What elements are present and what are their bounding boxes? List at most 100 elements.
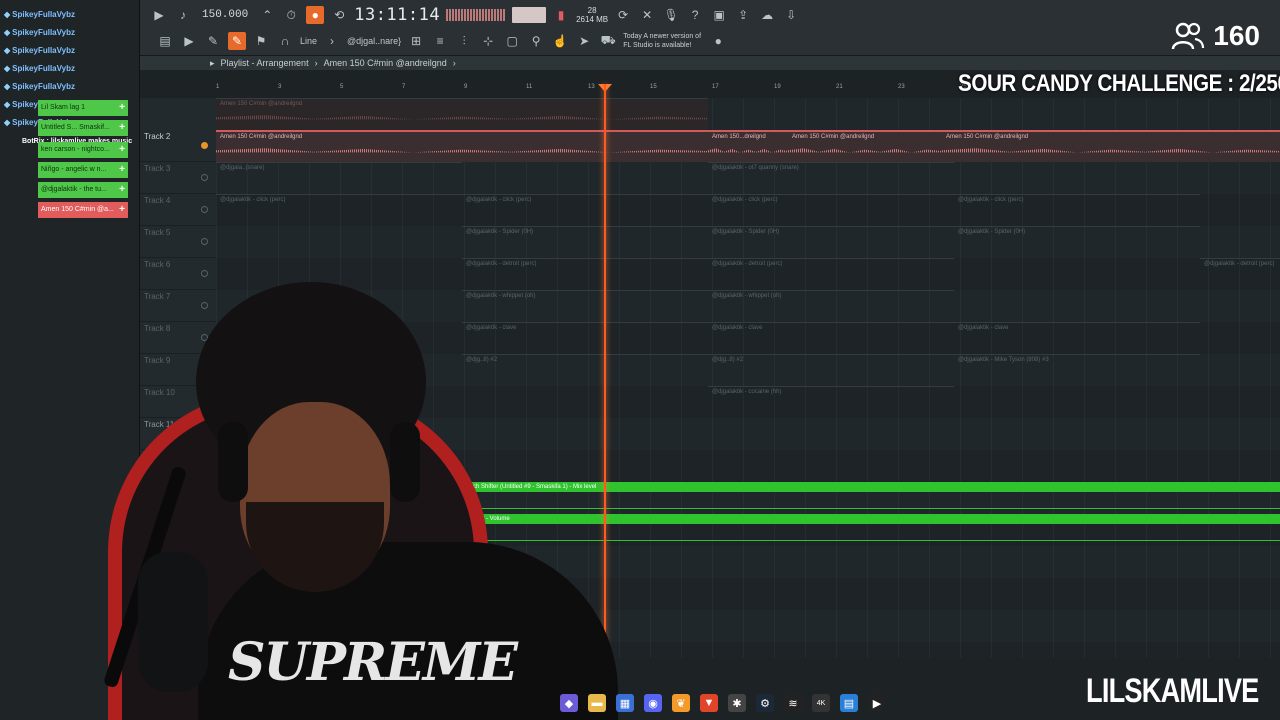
magnet-icon[interactable]: ∩: [276, 32, 294, 50]
plugin-icon[interactable]: ⊹: [479, 32, 497, 50]
play-icon[interactable]: ▶: [150, 6, 168, 24]
viewer-count-number: 160: [1213, 20, 1260, 51]
track-status-icon[interactable]: [201, 206, 208, 213]
countdown-icon[interactable]: ⏱: [282, 6, 300, 24]
track-header[interactable]: Track 4: [140, 194, 216, 226]
playlist-title: Playlist - Arrangement: [220, 58, 309, 68]
pattern-item[interactable]: @djgalaktik - the tu... +: [38, 182, 128, 198]
tap-icon[interactable]: ⌃: [258, 6, 276, 24]
news-arrow-icon[interactable]: ●: [709, 32, 727, 50]
browser-icon[interactable]: ▢: [503, 32, 521, 50]
streamer-body: [198, 542, 618, 720]
notes-icon[interactable]: ▤: [840, 694, 858, 712]
fl-studio-icon[interactable]: ❦: [672, 694, 690, 712]
pattern-clip[interactable]: @djgalaktik - clave: [954, 322, 1200, 354]
pattern-clip[interactable]: @djgalaktik - click (perc): [462, 194, 708, 226]
pattern-item[interactable]: Niñgo - angelic w n... +: [38, 162, 128, 178]
pattern-item[interactable]: Untitled S... Smaskif... +: [38, 120, 128, 136]
pattern-clip[interactable]: @djgalaktik - detroit (perc): [708, 258, 954, 290]
record-icon[interactable]: ●: [306, 6, 325, 24]
step-icon[interactable]: ▶: [180, 32, 198, 50]
webcam-feed: SUPREME: [78, 282, 618, 720]
tuner-icon[interactable]: ⚲: [527, 32, 545, 50]
pattern-clip[interactable]: @djgalaktik - Spider (0H): [462, 226, 708, 258]
cpu-meter: 28 2614 MB: [576, 6, 609, 24]
audio-clip[interactable]: Amen 150 C#min @andreilgnd: [216, 130, 708, 162]
playhead[interactable]: [604, 84, 606, 684]
pattern-clip[interactable]: @djgalaktik - ot7 quanny (snare): [708, 162, 954, 194]
pattern-item[interactable]: Lil Skam lag 1 +: [38, 100, 128, 116]
pattern-clip[interactable]: @djgalaktik - click (perc): [708, 194, 954, 226]
pattern-item[interactable]: ken carson - nightco... +: [38, 142, 128, 158]
stamp-icon[interactable]: ⚑: [252, 32, 270, 50]
track-status-icon[interactable]: [201, 174, 208, 181]
pattern-clip[interactable]: @djgalaktik - cocaine (hh): [708, 386, 954, 418]
audio-clip[interactable]: Amen 150 C#min @andreilgnd: [216, 98, 708, 130]
obs-play-icon[interactable]: ▶: [868, 694, 886, 712]
brave-icon[interactable]: ▼: [700, 694, 718, 712]
send-icon[interactable]: ➤: [575, 32, 593, 50]
pattern-clip[interactable]: @djgalaktik - Spider (0H): [954, 226, 1200, 258]
piano-icon[interactable]: ▤: [156, 32, 174, 50]
ruler-tick: 13: [588, 84, 595, 90]
viewers-icon: [1172, 22, 1205, 50]
download-icon[interactable]: ⇩: [782, 6, 800, 24]
pattern-clip[interactable]: @djgala..(snare): [216, 162, 462, 194]
paint-icon[interactable]: ✎: [228, 32, 246, 50]
touch-icon[interactable]: ☝: [551, 32, 569, 50]
automation-clip[interactable]: Pitch Shifter (Untitled #9 - Smaskifa 1)…: [462, 482, 1280, 492]
track-header[interactable]: Track 5: [140, 226, 216, 258]
pencil-icon[interactable]: ✎: [204, 32, 222, 50]
pattern-select[interactable]: @djgal..nare}: [347, 36, 401, 46]
refresh-icon[interactable]: ⟳: [614, 6, 632, 24]
track-header[interactable]: Track 3: [140, 162, 216, 194]
folder-icon[interactable]: ▬: [588, 694, 606, 712]
save-icon[interactable]: ▣: [710, 6, 728, 24]
channel-rack-icon[interactable]: ≡: [431, 32, 449, 50]
arrow-right-icon[interactable]: ›: [323, 32, 341, 50]
track-status-icon[interactable]: [201, 238, 208, 245]
help-icon[interactable]: ?: [686, 6, 704, 24]
snap-select[interactable]: Line: [300, 36, 317, 46]
music-icon[interactable]: ≋: [784, 694, 802, 712]
playlist-arrow-icon[interactable]: ▸: [210, 58, 215, 69]
copilot-icon[interactable]: ◆: [560, 694, 578, 712]
pattern-clip[interactable]: @djgalaktik - Spider (0H): [708, 226, 954, 258]
store-icon[interactable]: ▦: [616, 694, 634, 712]
pattern-clip[interactable]: @djgalaktik - click (perc): [216, 194, 462, 226]
cart-icon[interactable]: ⛟: [599, 32, 617, 50]
mixer-icon[interactable]: ⊞: [407, 32, 425, 50]
track-status-icon[interactable]: [201, 270, 208, 277]
pattern-clip[interactable]: @djgalaktik - click (perc): [954, 194, 1200, 226]
audio-clip[interactable]: Amen 150 C#min @andreilgnd: [788, 130, 942, 162]
automation-clip[interactable]: Master - Volume: [462, 514, 1280, 524]
discord-icon[interactable]: ◉: [644, 694, 662, 712]
mic-icon[interactable]: 🎙: [662, 6, 680, 24]
pattern-clip[interactable]: @djgalaktik - whippet (oh): [708, 290, 954, 322]
chat-icon[interactable]: ☁: [758, 6, 776, 24]
export-icon[interactable]: ⇪: [734, 6, 752, 24]
pattern-item-selected[interactable]: Amen 150 C#min @a... +: [38, 202, 128, 218]
playlist-pattern-name[interactable]: Amen 150 C#min @andreilgnd: [324, 58, 447, 68]
eq-icon[interactable]: ⫶: [455, 32, 473, 50]
steam-icon[interactable]: ⚙: [756, 694, 774, 712]
4k-icon[interactable]: 4K: [812, 694, 830, 712]
daw-toolbar: ▶ ♪ 150.000 ⌃ ⏱ ● ⟲ 13:11:14 ▮ 28 2614 MB…: [0, 0, 1280, 56]
tempo-display[interactable]: 150.000: [198, 9, 252, 21]
ruler-tick: 3: [278, 84, 282, 90]
app-icon[interactable]: ✱: [728, 694, 746, 712]
track-status-icon[interactable]: [201, 142, 208, 149]
challenge-banner: SOUR CANDY CHALLENGE : 2/250: [958, 70, 1280, 97]
pattern-clip[interactable]: @djgalaktik - clave: [708, 322, 954, 354]
pattern-clip[interactable]: @djgalaktik - detroit (perc): [1200, 258, 1280, 290]
pattern-clip[interactable]: @djg..8) #2: [708, 354, 954, 386]
metronome-icon[interactable]: ♪: [174, 6, 192, 24]
loop-icon[interactable]: ⟲: [330, 6, 348, 24]
track-header[interactable]: Track 2: [140, 130, 216, 162]
close-icon[interactable]: ✕: [638, 6, 656, 24]
headphone-right: [390, 422, 420, 502]
audio-clip[interactable]: Amen 150 C#min @andreilgnd: [942, 130, 1280, 162]
audio-clip[interactable]: Amen 150...dreilgnd: [708, 130, 788, 162]
news-panel[interactable]: Today A newer version of FL Studio is av…: [623, 32, 703, 50]
pattern-clip[interactable]: @djgalaktik - Mike Tyson (808) #3: [954, 354, 1200, 386]
